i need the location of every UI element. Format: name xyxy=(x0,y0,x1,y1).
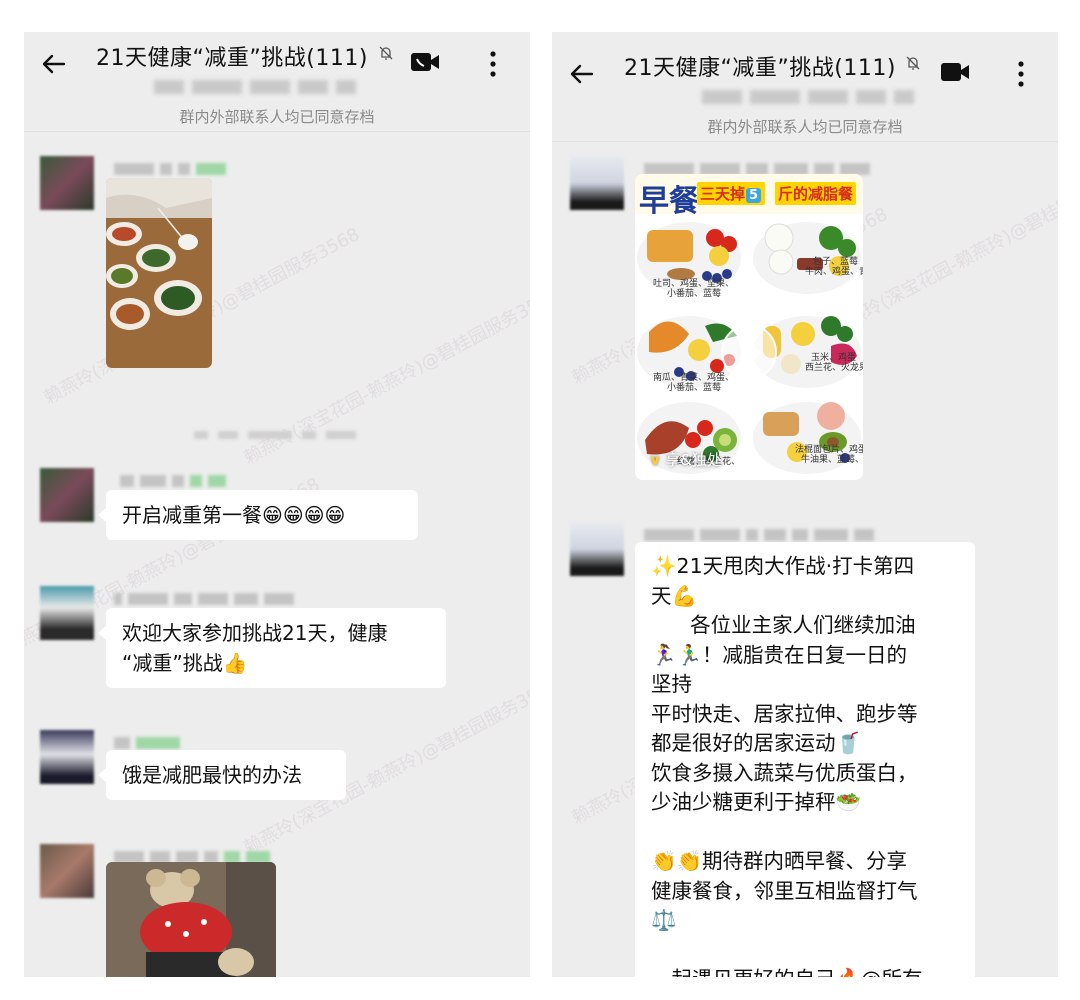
sender-name-blurred xyxy=(114,732,186,749)
more-options-icon[interactable] xyxy=(1016,58,1026,90)
message-bubble[interactable]: 饿是减肥最快的办法 xyxy=(98,750,346,800)
message-line: 一起遇见更好的自己🔥@所有 xyxy=(651,965,959,977)
message-text: 开启减重第一餐😁😁😁😁 xyxy=(122,503,346,527)
mute-bell-icon xyxy=(906,56,920,70)
message-bubble[interactable]: 欢迎大家参加挑战21天，健康 “减重”挑战👍 xyxy=(98,608,446,688)
video-title-rest: 斤的减脂餐 xyxy=(775,182,857,205)
message-line: 天💪 xyxy=(651,583,698,608)
avatar[interactable] xyxy=(40,730,94,784)
avatar[interactable] xyxy=(40,156,94,210)
member-names-blurred xyxy=(154,76,384,96)
message-line: 都是很好的居家运动🥤 xyxy=(651,731,862,755)
sender-name-blurred xyxy=(644,158,876,175)
back-arrow-icon[interactable] xyxy=(38,48,70,80)
more-options-icon[interactable] xyxy=(488,48,498,80)
message-text: 欢迎大家参加挑战21天，健康 “减重”挑战👍 xyxy=(122,621,388,675)
video-call-icon[interactable] xyxy=(940,60,970,84)
play-button-icon[interactable] xyxy=(721,324,777,380)
archive-notice: 群内外部联系人均已同意存档 xyxy=(707,118,903,136)
message-line: 饮食多摄入蔬菜与优质蛋白， xyxy=(651,760,918,785)
chat-window-left: 赖燕玲(深宝花园-赖燕玲)@碧桂园服务3568 赖燕玲(深宝花园-赖燕玲)@碧桂… xyxy=(24,32,530,977)
sender-name-blurred xyxy=(114,158,232,175)
message-line xyxy=(651,936,959,966)
message-text: ✨21天甩肉大作战·打卡第四 天💪 各位业主家人们继续加油 🏃‍♀️🏃‍♂️！减脂贵… xyxy=(651,552,959,977)
member-names-blurred xyxy=(702,86,932,106)
message-text: 饿是减肥最快的办法 xyxy=(122,763,302,787)
message-line: ✨21天甩肉大作战·打卡第四 xyxy=(651,554,915,578)
avatar[interactable] xyxy=(40,468,94,522)
message-line: 平时快走、居家拉伸、跑步等 xyxy=(651,701,918,726)
dishes-photo xyxy=(106,178,212,368)
avatar[interactable] xyxy=(570,156,624,210)
sender-name-blurred xyxy=(644,524,880,541)
video-title-number: 5 xyxy=(746,188,762,203)
food-label: 小番茄、蓝莓 xyxy=(667,289,722,299)
message-line: 各位业主家人们继续加油 xyxy=(651,613,916,637)
chat-window-right: 赖燕玲(深宝花园-赖燕玲)@碧桂园服务3568 赖燕玲(深宝花园-赖燕玲)@碧桂… xyxy=(552,32,1058,977)
video-title-tag-text: 三天掉 xyxy=(700,185,746,203)
back-arrow-icon[interactable] xyxy=(566,58,598,90)
message-line: 👏👏期待群内晒早餐、分享 xyxy=(651,849,908,873)
mute-bell-icon xyxy=(379,46,393,60)
system-message-blurred xyxy=(194,424,366,439)
sender-name-blurred xyxy=(120,470,232,487)
video-source-brand: ∨ 享&独处 xyxy=(649,449,722,470)
avatar[interactable] xyxy=(570,522,624,576)
food-label: 小番茄、蓝莓 xyxy=(667,383,722,393)
chat-header: 21天健康“减重”挑战(111) 群内外部联系人均已同意存档 xyxy=(24,32,530,132)
message-line xyxy=(651,818,959,848)
food-label: 西兰花、火龙果、腰 xyxy=(805,363,863,373)
message-image-teddy-bear[interactable] xyxy=(106,862,276,977)
message-bubble-checkin[interactable]: ✨21天甩肉大作战·打卡第四 天💪 各位业主家人们继续加油 🏃‍♀️🏃‍♂️！减脂贵… xyxy=(635,542,975,977)
message-line: 健康餐食，邻里互相监督打气 xyxy=(651,878,918,903)
brand-logo-icon: ∨ xyxy=(649,451,662,469)
food-label: 牛肉、鸡蛋、青 xyxy=(805,267,863,277)
teddy-bear-photo xyxy=(106,862,276,977)
message-bubble[interactable]: 开启减重第一餐😁😁😁😁 xyxy=(98,490,418,540)
chat-title: 21天健康“减重”挑战(111) xyxy=(624,56,896,81)
video-call-icon[interactable] xyxy=(410,50,440,74)
message-line: ⚖️ xyxy=(651,908,677,932)
video-title-banner: 早餐 三天掉 5 斤的减脂餐 xyxy=(635,174,863,219)
avatar[interactable] xyxy=(40,586,94,640)
brand-name: 享&独处 xyxy=(665,451,722,469)
sender-name-blurred xyxy=(114,846,276,863)
chat-title: 21天健康“减重”挑战(111) xyxy=(96,46,368,71)
video-message-card[interactable]: 早餐 三天掉 5 斤的减脂餐 吐司、鸡蛋、坚果、 小番茄、蓝莓 包子、蓝莓 牛肉… xyxy=(635,174,863,480)
message-line: 🏃‍♀️🏃‍♂️！减脂贵在日复一日的 xyxy=(651,642,908,667)
sender-name-blurred xyxy=(114,588,300,605)
message-line: 坚持 xyxy=(651,672,692,696)
message-line: 少油少糖更利于掉秤🥗 xyxy=(651,790,862,814)
food-label: 牛油果、蓝莓、 xyxy=(801,455,863,465)
video-title-tag: 三天掉 5 xyxy=(697,182,766,205)
chat-header: 21天健康“减重”挑战(111) 群内外部联系人均已同意存档 xyxy=(552,32,1058,142)
archive-notice: 群内外部联系人均已同意存档 xyxy=(179,108,375,126)
watermark: 赖燕玲(深宝花园-赖燕玲)@碧桂园服务3568 xyxy=(240,283,530,469)
message-image-dishes[interactable] xyxy=(106,178,212,368)
avatar[interactable] xyxy=(40,844,94,898)
